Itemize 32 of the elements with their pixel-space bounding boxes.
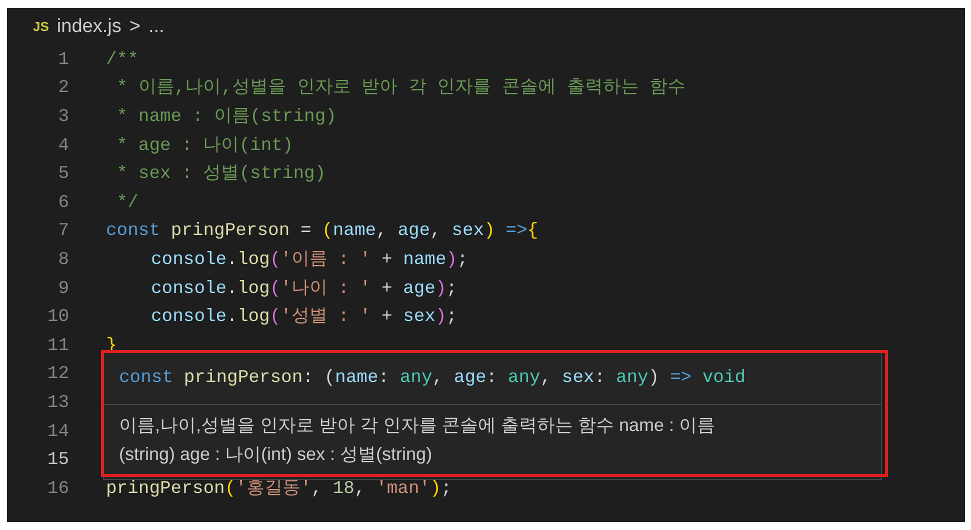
line-number: 6 xyxy=(57,192,69,215)
code-line: const pringPerson = (name, age, sex) =>{ xyxy=(106,220,538,244)
breadcrumb-symbol[interactable]: ... xyxy=(148,12,164,42)
line-number: 9 xyxy=(57,278,69,301)
line-number: 5 xyxy=(57,163,69,186)
breadcrumb-separator: > xyxy=(129,14,140,39)
line-number: 8 xyxy=(57,248,69,272)
line-number: 11 xyxy=(46,334,69,358)
code-comment: */ xyxy=(116,192,138,215)
code-line: pringPerson('홍길동', 18, 'man'); xyxy=(106,478,452,501)
js-file-icon: JS xyxy=(33,17,49,37)
line-number: 4 xyxy=(57,134,69,158)
code-comment: * 이름,나이,성별을 인자로 받아 각 인자를 콘솔에 출력하는 함수 xyxy=(116,77,686,100)
line-number: 14 xyxy=(46,420,69,444)
code-comment: * name : 이름(string) xyxy=(116,106,336,129)
breadcrumb-file[interactable]: index.js xyxy=(56,12,122,42)
line-number: 15 xyxy=(46,449,69,472)
line-number: 10 xyxy=(46,306,69,330)
doc-comment: 이름,나이,성별을 인자로 받아 각 인자를 콘솔에 출력하는 함수 name : 이름 (string) age : 나이(int) sex : 성별(string) xyxy=(118,414,716,466)
line-number: 1 xyxy=(57,48,69,72)
line-number: 16 xyxy=(46,478,69,501)
line-number: 13 xyxy=(46,392,69,415)
code-line: console.log('성별 : ' + sex); xyxy=(151,306,458,330)
code-comment: * sex : 성별(string) xyxy=(116,163,326,186)
line-number: 12 xyxy=(46,363,69,386)
line-number: 3 xyxy=(57,106,69,129)
code-line: console.log('이름 : ' + name); xyxy=(151,248,468,272)
code-comment: * age : 나이(int) xyxy=(116,134,294,158)
line-number: 7 xyxy=(57,220,69,244)
code-line: console.log('나이 : ' + age); xyxy=(151,278,458,301)
line-number: 2 xyxy=(57,77,69,100)
code-comment: /** xyxy=(106,48,138,72)
